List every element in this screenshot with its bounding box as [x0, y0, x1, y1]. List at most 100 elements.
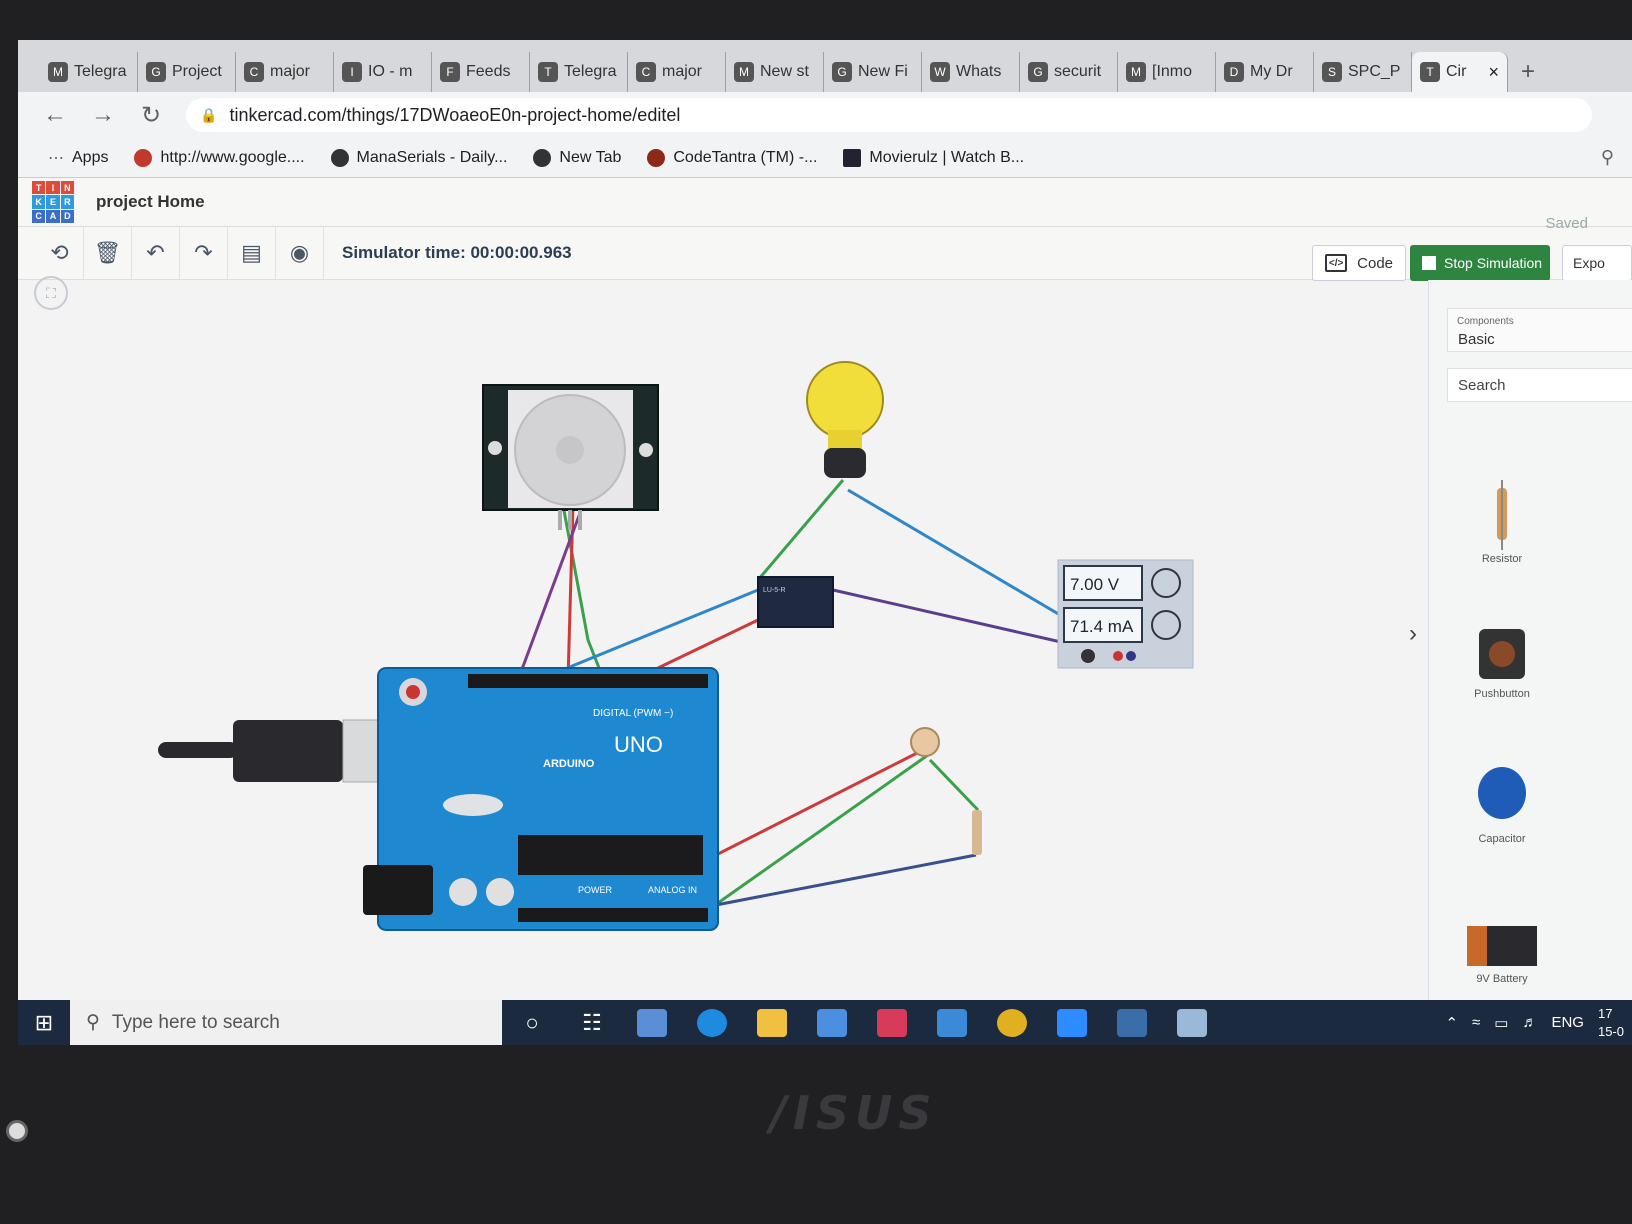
new-tab-button[interactable]: + [1508, 52, 1548, 92]
stop-label: Stop Simulation [1444, 255, 1543, 271]
python-icon[interactable] [1102, 1000, 1162, 1045]
logo-letter: K [32, 195, 46, 209]
photoresistor[interactable] [910, 727, 940, 757]
component-pushbutton[interactable]: Pushbutton [1457, 625, 1547, 700]
tab-favicon-icon: I [342, 62, 362, 82]
bookmark-movierulz[interactable]: Movierulz | Watch B... [843, 148, 1024, 167]
browser-tab[interactable]: M Telegra [40, 52, 138, 92]
wifi-icon[interactable]: ≈ [1472, 1014, 1480, 1031]
system-tray: ⌃ ≈ ▭ ♬ ENG 17 15-0 [1445, 1005, 1632, 1041]
category-value: Basic [1458, 331, 1495, 348]
tab-favicon-icon: T [1420, 62, 1440, 82]
browser-tab[interactable]: F Feeds [432, 52, 530, 92]
document-app-icon[interactable] [622, 1000, 682, 1045]
language-indicator[interactable]: ENG [1551, 1014, 1584, 1031]
analog-label: ANALOG IN [648, 885, 697, 895]
tab-favicon-icon: D [1224, 62, 1244, 82]
bookmark-new-tab[interactable]: New Tab [533, 148, 621, 167]
search-icon[interactable]: ⚲ [1601, 147, 1614, 168]
browser-tab[interactable]: G Project [138, 52, 236, 92]
browser-tab[interactable]: M [Inmo [1118, 52, 1216, 92]
trash-icon[interactable]: 🗑 [84, 226, 132, 280]
tab-label: Feeds [466, 63, 511, 80]
task-view-icon[interactable]: ☷ [562, 1000, 622, 1045]
browser-tab[interactable]: S SPC_P [1314, 52, 1412, 92]
chrome-icon[interactable] [982, 1000, 1042, 1045]
address-bar[interactable]: 🔒 tinkercad.com/things/17DWoaeoE0n-proje… [186, 98, 1592, 132]
undo-icon[interactable]: ↶ [132, 226, 180, 280]
code-button[interactable]: </> Code [1312, 245, 1406, 281]
stop-icon [1422, 256, 1436, 270]
notes-icon[interactable]: ▤ [228, 226, 276, 280]
taskbar-search[interactable]: ⚲ Type here to search [70, 1000, 502, 1045]
project-title[interactable]: project Home [96, 192, 205, 212]
components-category-select[interactable]: Basic [1447, 308, 1632, 352]
export-button[interactable]: Expo [1562, 245, 1632, 281]
multimeter[interactable]: 7.00 V 71.4 mA [1057, 559, 1194, 669]
zoom-icon[interactable] [1042, 1000, 1102, 1045]
browser-tab[interactable]: M New st [726, 52, 824, 92]
chevron-right-icon[interactable]: › [1409, 620, 1417, 648]
wire-purple[interactable] [516, 504, 585, 681]
wire-green[interactable] [756, 479, 845, 581]
browser-tab[interactable]: D My Dr [1216, 52, 1314, 92]
circuit-canvas[interactable]: LU-5-R 7.00 V 71.4 mA DIGITAL (PWM ~) AR… [18, 280, 1428, 1000]
saved-status: Saved [1545, 215, 1588, 232]
wire-green[interactable] [928, 758, 980, 812]
reload-icon[interactable]: ↻ [138, 101, 164, 130]
browser-tab[interactable]: W Whats [922, 52, 1020, 92]
mail-icon[interactable] [922, 1000, 982, 1045]
relay[interactable]: LU-5-R [757, 576, 834, 628]
light-bulb[interactable] [806, 361, 884, 478]
notes-app-icon[interactable] [1162, 1000, 1222, 1045]
browser-tab[interactable]: T Telegra [530, 52, 628, 92]
bookmark-label: ManaSerials - Daily... [356, 148, 508, 166]
windows-start-icon[interactable]: ⊞ [18, 1000, 70, 1045]
forward-icon[interactable]: → [90, 101, 116, 129]
browser-tab[interactable]: Cmajor [236, 52, 334, 92]
component-label: Capacitor [1478, 833, 1526, 845]
component-label: 9V Battery [1476, 973, 1528, 985]
eye-icon[interactable]: ◉ [276, 226, 324, 280]
components-search-input[interactable]: Search [1447, 368, 1632, 402]
code-label: Code [1357, 254, 1393, 272]
arduino-brand: ARDUINO [543, 758, 595, 770]
pir-sensor[interactable] [482, 384, 659, 530]
store-icon[interactable] [802, 1000, 862, 1045]
tab-favicon-icon: S [1322, 62, 1342, 82]
component-9v-battery[interactable]: 9V Battery [1457, 920, 1547, 985]
browser-tab[interactable]: I IO - m [334, 52, 432, 92]
tinkercad-header: TINKERCAD project Home [18, 178, 1632, 226]
tab-label: SPC_P [1348, 63, 1401, 80]
browser-tab[interactable]: Gsecurit [1020, 52, 1118, 92]
rotate-icon[interactable]: ⟲ [36, 226, 84, 280]
logo-letter: N [60, 181, 74, 195]
file-explorer-icon[interactable] [742, 1000, 802, 1045]
browser-tab[interactable]: G New Fi [824, 52, 922, 92]
close-icon[interactable]: × [1488, 62, 1499, 83]
edge-icon[interactable] [682, 1000, 742, 1045]
bookmark-apps[interactable]: ⋯ Apps [48, 148, 108, 168]
component-capacitor[interactable]: Capacitor [1457, 765, 1547, 845]
capacitor-icon [1478, 767, 1526, 819]
stop-simulation-button[interactable]: Stop Simulation [1410, 245, 1550, 281]
gift-app-icon[interactable] [862, 1000, 922, 1045]
bookmark-codetantra[interactable]: CodeTantra (TM) -... [647, 148, 817, 167]
arduino-uno[interactable]: DIGITAL (PWM ~) ARDUINO UNO POWER ANALOG… [363, 667, 719, 931]
component-resistor[interactable]: Resistor [1457, 480, 1547, 565]
back-icon[interactable]: ← [42, 101, 68, 129]
browser-tab[interactable]: T Cir × [1412, 52, 1508, 92]
battery-icon[interactable]: ▭ [1494, 1014, 1508, 1032]
resistor[interactable] [972, 810, 982, 855]
logo-letter: I [46, 181, 60, 195]
bookmark-google[interactable]: http://www.google.... [134, 148, 305, 167]
redo-icon[interactable]: ↷ [180, 226, 228, 280]
clock[interactable]: 17 15-0 [1598, 1005, 1624, 1041]
chevron-up-icon[interactable]: ⌃ [1445, 1014, 1458, 1032]
browser-tab[interactable]: Cmajor [628, 52, 726, 92]
volume-icon[interactable]: ♬ [1522, 1014, 1537, 1031]
tab-label: major [270, 63, 311, 80]
tinkercad-logo[interactable]: TINKERCAD [32, 181, 74, 223]
cortana-icon[interactable]: ○ [502, 1000, 562, 1045]
bookmark-manaserials[interactable]: ManaSerials - Daily... [330, 148, 508, 167]
